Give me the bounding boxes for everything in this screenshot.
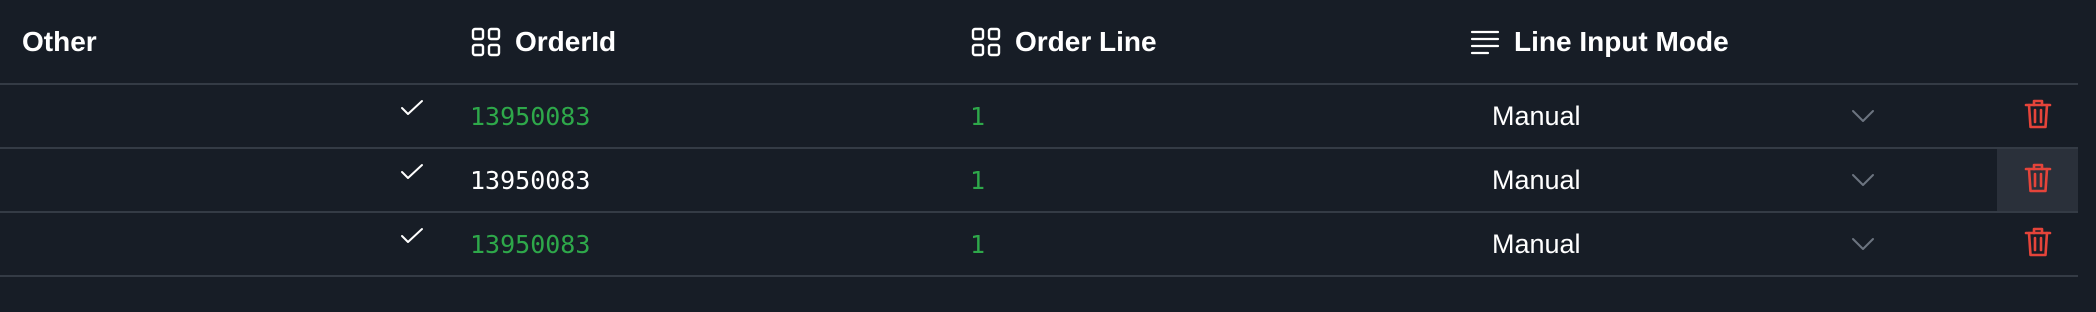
column-header-line-input-mode-label: Line Input Mode (1514, 25, 1729, 57)
table-row: 13950083 1 Manual (0, 85, 2078, 149)
line-input-mode-select[interactable]: Manual (1492, 85, 1581, 147)
line-input-mode-select[interactable]: Manual (1492, 213, 1581, 275)
delete-row-button[interactable] (1997, 213, 2078, 275)
order-line-cell: 1 (970, 101, 986, 131)
order-id-cell: 13950083 (470, 101, 591, 131)
column-header-order-line-label: Order Line (1015, 25, 1157, 57)
trash-icon (2023, 226, 2053, 263)
column-header-order-id-label: OrderId (515, 25, 617, 57)
table-header: Other OrderId Order Line Line Input Mode (0, 0, 2078, 85)
trash-icon (2023, 98, 2053, 135)
column-header-other[interactable]: Other (22, 0, 97, 83)
order-lines-table: Other OrderId Order Line Line Input Mode… (0, 0, 2078, 277)
check-icon (400, 205, 424, 267)
chevron-down-icon[interactable] (1851, 213, 1875, 275)
chevron-down-icon[interactable] (1851, 85, 1875, 147)
order-id-cell: 13950083 (470, 165, 591, 195)
column-header-line-input-mode[interactable]: Line Input Mode (1470, 0, 1729, 83)
check-icon (400, 141, 424, 203)
grid-icon (971, 27, 1001, 57)
chevron-down-icon[interactable] (1851, 149, 1875, 211)
delete-row-button[interactable] (1997, 149, 2078, 211)
table-row: 13950083 1 Manual (0, 149, 2078, 213)
grid-icon (471, 27, 501, 57)
order-id-cell: 13950083 (470, 229, 591, 259)
line-input-mode-select[interactable]: Manual (1492, 149, 1581, 211)
delete-row-button[interactable] (1997, 85, 2078, 147)
column-header-order-id[interactable]: OrderId (471, 0, 616, 83)
order-line-cell: 1 (970, 165, 986, 195)
column-header-other-label: Other (22, 25, 97, 57)
table-row: 13950083 1 Manual (0, 213, 2078, 277)
trash-icon (2023, 162, 2053, 199)
order-line-cell: 1 (970, 229, 986, 259)
check-icon (400, 77, 424, 139)
lines-icon (1470, 27, 1500, 57)
table-body: 13950083 1 Manual 13950083 1 Manual 1395… (0, 85, 2078, 277)
column-header-order-line[interactable]: Order Line (971, 0, 1157, 83)
